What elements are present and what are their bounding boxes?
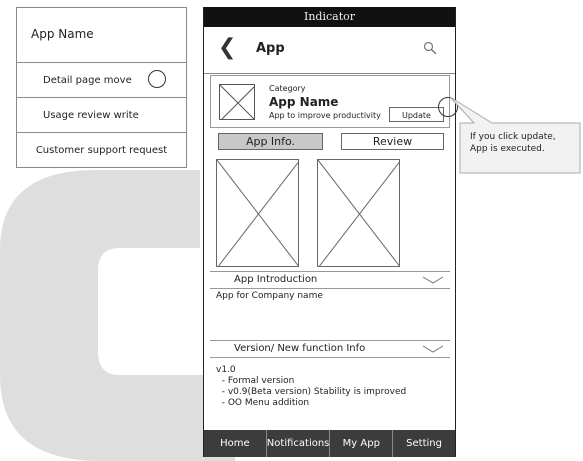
menu-item-label: Detail page move: [43, 74, 132, 86]
version-line: - Formal version: [216, 376, 295, 386]
screenshot-placeholder: [216, 159, 299, 267]
app-name: App Name: [269, 95, 339, 109]
app-category: Category: [269, 84, 306, 93]
nav-bar: ❮ App: [204, 27, 455, 74]
tab-app-info[interactable]: App Info.: [218, 133, 323, 150]
app-icon-placeholder: [219, 84, 255, 120]
tab-notifications[interactable]: Notifications: [267, 430, 331, 457]
tab-my-app[interactable]: My App: [330, 430, 394, 457]
callout-line: App is executed.: [470, 144, 545, 154]
chevron-left-icon[interactable]: ❮: [218, 36, 236, 60]
highlight-circle-icon: [148, 70, 166, 88]
tab-home[interactable]: Home: [204, 430, 267, 457]
menu-item-customer-support[interactable]: Customer support request: [17, 133, 186, 168]
menu-item-usage-review[interactable]: Usage review write: [17, 98, 186, 133]
version-info-header[interactable]: Version/ New function Info: [210, 340, 450, 358]
menu-title: App Name: [17, 8, 186, 63]
version-line: v1.0: [216, 365, 236, 375]
version-line: - OO Menu addition: [216, 398, 310, 408]
menu-item-label: Customer support request: [35, 145, 168, 156]
section-title: App Introduction: [234, 274, 318, 285]
status-bar: Indicator: [204, 7, 455, 27]
menu-item-detail-page[interactable]: Detail page move: [17, 63, 186, 98]
search-icon[interactable]: [423, 41, 437, 55]
chevron-down-icon[interactable]: [422, 275, 444, 285]
version-notes: v1.0 - Formal version - v0.9(Beta versio…: [216, 365, 406, 409]
app-intro-header[interactable]: App Introduction: [210, 271, 450, 289]
chevron-down-icon[interactable]: [422, 344, 444, 354]
section-title: Version/ New function Info: [234, 343, 366, 354]
version-line: - v0.9(Beta version) Stability is improv…: [216, 387, 407, 397]
menu-item-label: Usage review write: [43, 109, 139, 121]
tab-review[interactable]: Review: [341, 133, 444, 150]
tab-group: App Info. Review: [218, 133, 445, 151]
context-menu: App Name Detail page move Usage review w…: [16, 7, 187, 168]
intro-text: App for Company name: [216, 291, 323, 301]
page-title: App: [256, 41, 285, 56]
bottom-tab-bar: Home Notifications My App Setting: [204, 430, 455, 457]
tab-setting[interactable]: Setting: [393, 430, 455, 457]
app-header: Category App Name App to improve product…: [210, 75, 458, 128]
screenshot-placeholder: [317, 159, 400, 267]
app-description: App to improve productivity: [269, 111, 381, 120]
callout-text: If you click update, App is executed.: [470, 131, 556, 155]
callout-line: If you click update,: [470, 132, 556, 142]
phone-screen: Indicator ❮ App Category App Name App to…: [203, 7, 458, 457]
